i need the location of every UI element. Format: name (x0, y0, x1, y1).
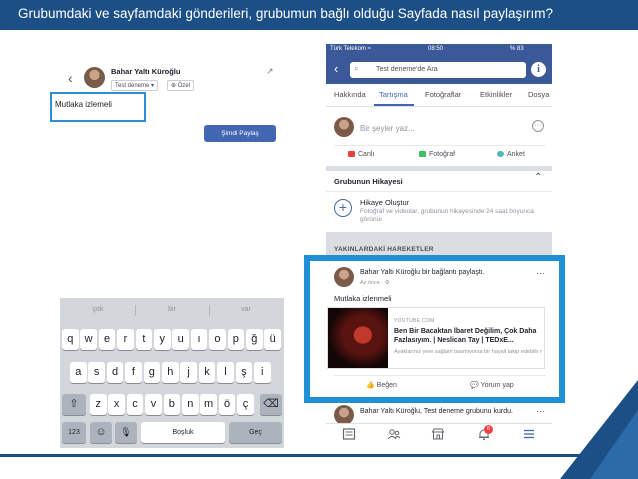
keyboard-key[interactable]: b (163, 394, 181, 415)
expand-icon[interactable]: ↗ (266, 66, 274, 77)
globe-icon: ⊕ (171, 83, 178, 89)
photo-button[interactable]: Fotoğraf (419, 151, 455, 158)
live-video-icon (348, 151, 355, 157)
keyboard-key[interactable]: x (108, 394, 125, 415)
keyboard-key[interactable]: e (98, 329, 116, 350)
keyboard-key[interactable]: p (227, 329, 245, 350)
keyboard-key[interactable]: i (254, 362, 271, 383)
shift-key[interactable]: ⇧ (62, 394, 86, 415)
post-more-icon[interactable]: ··· (536, 406, 545, 416)
share-now-button[interactable]: Şimdi Paylaş (204, 125, 276, 142)
collapse-chevron-icon[interactable]: ⌃ (534, 172, 542, 183)
space-key[interactable]: Boşluk (141, 422, 225, 443)
avatar (84, 67, 105, 88)
numbers-key[interactable]: 123 (62, 422, 86, 443)
clock: 08:50 (428, 46, 444, 52)
privacy-label: Özel (177, 83, 191, 89)
divider (334, 145, 546, 146)
keyboard-key[interactable]: f (125, 362, 142, 383)
back-chevron-icon[interactable]: ‹ (68, 70, 73, 86)
keyboard-key[interactable]: q (62, 329, 79, 350)
keyboard-key[interactable]: m (200, 394, 217, 415)
news-feed-icon[interactable] (342, 427, 356, 441)
tab-files[interactable]: Dosya (528, 90, 549, 99)
photo-icon (419, 151, 426, 157)
keyboard-key[interactable]: ı (190, 329, 208, 350)
keyboard-key[interactable]: z (90, 394, 107, 415)
tab-photos[interactable]: Fotoğraflar (425, 90, 461, 99)
keyboard-key[interactable]: ş (235, 362, 253, 383)
keyboard-key[interactable]: l (217, 362, 234, 383)
slide-title: Grubumdaki ve sayfamdaki gönderileri, gr… (18, 6, 554, 21)
keyboard-key[interactable]: ç (237, 394, 254, 415)
keyboard-suggestion[interactable]: var (210, 302, 282, 318)
recent-activity-title: YAKINLARDAKİ HAREKETLER (334, 246, 434, 253)
more-options-icon[interactable]: ··· (532, 120, 544, 132)
tab-about[interactable]: Hakkında (334, 90, 366, 99)
keyboard-key[interactable]: h (162, 362, 179, 383)
search-input-value: Test deneme'de Ara (376, 66, 438, 73)
friends-icon[interactable] (387, 427, 401, 441)
back-arrow-icon[interactable]: ‹ (334, 61, 338, 76)
keyboard-key[interactable]: y (154, 329, 171, 350)
live-button[interactable]: Canlı (348, 151, 374, 158)
composer-author-name: Bahar Yaltı Küroğlu (111, 67, 181, 76)
keyboard-key[interactable]: r (117, 329, 134, 350)
write-something-prompt[interactable]: Bir şeyler yaz... (360, 124, 415, 133)
keyboard-key[interactable]: u (172, 329, 189, 350)
create-story-heading[interactable]: Hikaye Oluştur (360, 198, 409, 207)
keyboard-key[interactable]: n (182, 394, 199, 415)
poll-icon (497, 151, 504, 157)
tab-events[interactable]: Etkinlikler (480, 90, 512, 99)
keyboard-key[interactable]: g (143, 362, 161, 383)
battery-label: % 83 (510, 46, 524, 52)
keyboard-key[interactable]: c (126, 394, 144, 415)
corner-decoration (560, 380, 638, 479)
footer-bar (0, 454, 638, 457)
divider (326, 191, 552, 192)
keyboard-key[interactable]: s (88, 362, 105, 383)
keyboard-key[interactable]: w (80, 329, 97, 350)
group-story-title: Grubunun Hikayesi (334, 177, 403, 186)
keyboard-suggestion[interactable]: çok (62, 302, 134, 318)
carrier-label: Türk Telekom ≈ (330, 46, 371, 52)
microphone-key[interactable]: 🎙 (115, 422, 137, 443)
emoji-key[interactable]: ☺ (90, 422, 112, 443)
live-label: Canlı (358, 151, 375, 158)
keyboard-key[interactable]: j (180, 362, 197, 383)
keyboard-key[interactable]: v (145, 394, 162, 415)
notification-count-badge: 6 (484, 425, 493, 434)
poll-label: Anket (507, 151, 525, 158)
poll-button[interactable]: Anket (497, 151, 525, 158)
info-icon[interactable]: i (531, 62, 546, 77)
tabs-divider (326, 106, 552, 107)
privacy-badge[interactable]: ⊕ Özel (167, 80, 195, 91)
keyboard-suggestion[interactable]: bir (136, 302, 208, 318)
create-story-description: Fotoğraf ve videolar, grubunun hikayesin… (360, 208, 534, 223)
avatar (334, 117, 354, 137)
keyboard-key[interactable]: ğ (246, 329, 263, 350)
add-story-icon[interactable]: + (334, 199, 352, 217)
search-icon: ⌕ (354, 63, 360, 73)
highlight-frame (304, 255, 565, 403)
return-key[interactable]: Geç (229, 422, 282, 443)
marketplace-icon[interactable] (431, 427, 445, 441)
tab-discussion[interactable]: Tartışma (379, 90, 408, 99)
keyboard-key[interactable]: a (70, 362, 87, 383)
avatar (334, 405, 354, 425)
post-text-value: Mutlaka izlemeli (55, 100, 112, 109)
keyboard-key[interactable]: t (135, 329, 153, 350)
section-separator (326, 166, 552, 171)
photo-label: Fotoğraf (429, 151, 456, 158)
keyboard-key[interactable]: ü (264, 329, 281, 350)
delete-key[interactable]: ⌫ (260, 394, 282, 415)
audience-selector[interactable]: Test deneme ▾ (111, 80, 159, 91)
keyboard-key[interactable]: ö (218, 394, 236, 415)
keyboard-key[interactable]: k (198, 362, 216, 383)
next-post-author[interactable]: Bahar Yaltı Küroğlu, Test deneme grubunu… (360, 407, 526, 416)
keyboard-key[interactable]: o (209, 329, 226, 350)
menu-icon[interactable] (522, 427, 536, 441)
keyboard-key[interactable]: d (106, 362, 124, 383)
